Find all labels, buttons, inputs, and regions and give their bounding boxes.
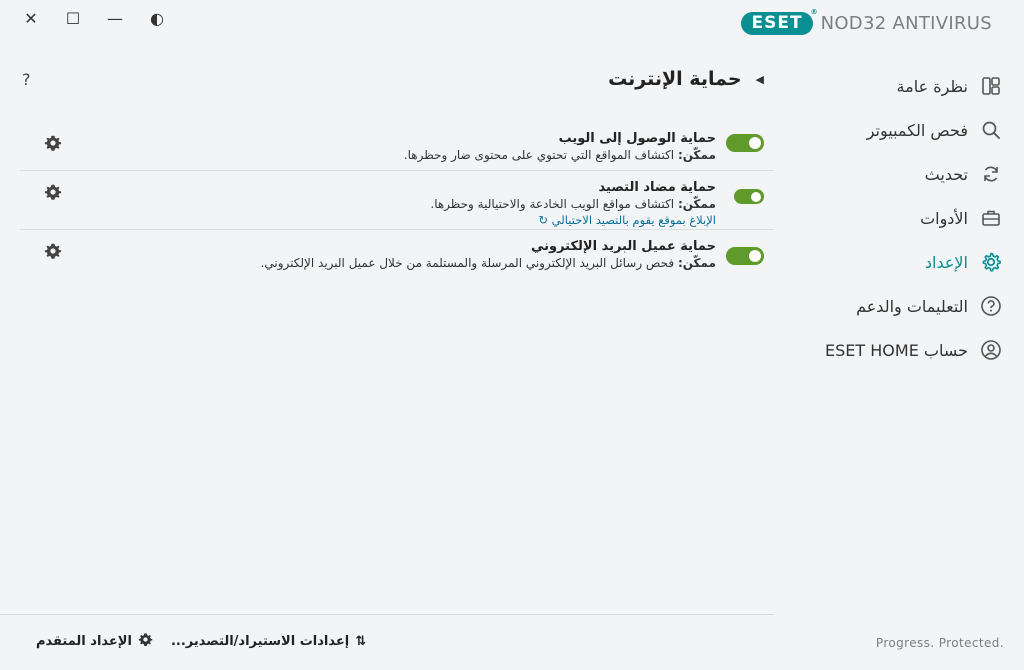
setting-name: حماية مضاد التصيد bbox=[598, 180, 716, 195]
maximize-icon: ☐ bbox=[65, 8, 81, 28]
email-client-toggle[interactable] bbox=[726, 247, 764, 265]
close-icon: ✕ bbox=[24, 8, 38, 28]
web-access-toggle[interactable] bbox=[726, 134, 764, 152]
setting-anti-phishing: حماية مضاد التصيد ممكّن: اكتشاف مواقع ال… bbox=[20, 171, 774, 230]
page-header: ◀ حماية الإنترنت bbox=[608, 68, 764, 90]
setting-description: ممكّن: اكتشاف المواقع التي تحتوي على محت… bbox=[404, 147, 716, 163]
minimize-button[interactable]: — bbox=[94, 6, 136, 30]
sidebar-item-label: الأدوات bbox=[920, 208, 968, 228]
report-phishing-link[interactable]: الإبلاغ بموقع يقوم بالتصيد الاحتيالي ↻ bbox=[430, 212, 716, 228]
toolbox-icon bbox=[980, 207, 1002, 229]
description-text: اكتشاف مواقع الويب الخادعة والاحتيالية و… bbox=[430, 197, 678, 211]
status-label: ممكّن: bbox=[677, 148, 716, 162]
setting-text: حماية مضاد التصيد ممكّن: اكتشاف مواقع ال… bbox=[430, 179, 716, 228]
status-tagline: Progress. Protected. bbox=[875, 636, 1004, 650]
question-icon: ? bbox=[22, 70, 31, 89]
sidebar-item-label: حساب ESET HOME bbox=[825, 340, 968, 360]
import-export-icon: ⇅ bbox=[355, 634, 367, 649]
status-label: ممكّن: bbox=[677, 256, 716, 270]
setting-description: ممكّن: فحص رسائل البريد الإلكتروني المرس… bbox=[261, 255, 716, 271]
search-icon bbox=[980, 119, 1002, 141]
status-label: ممكّن: bbox=[677, 197, 716, 211]
sidebar-item-label: الإعداد bbox=[924, 252, 968, 272]
sidebar-item-overview[interactable]: نظرة عامة bbox=[776, 64, 1024, 108]
setting-text: حماية الوصول إلى الويب ممكّن: اكتشاف الم… bbox=[404, 130, 716, 163]
setting-description: ممكّن: اكتشاف مواقع الويب الخادعة والاحت… bbox=[430, 196, 716, 212]
sidebar: نظرة عامة فحص الكمبيوتر تحديث الأدوات ال… bbox=[776, 64, 1024, 372]
advanced-setup-label: الإعداد المتقدم bbox=[36, 634, 132, 649]
setting-name: حماية عميل البريد الإلكتروني bbox=[530, 239, 716, 254]
gear-icon bbox=[138, 632, 153, 651]
sidebar-item-label: فحص الكمبيوتر bbox=[866, 120, 968, 140]
footer-divider bbox=[0, 614, 774, 615]
help-icon bbox=[980, 295, 1002, 317]
settings-gear-icon[interactable] bbox=[44, 134, 64, 154]
account-icon bbox=[980, 339, 1002, 361]
description-text: اكتشاف المواقع التي تحتوي على محتوى ضار … bbox=[403, 148, 678, 162]
sidebar-item-eset-home[interactable]: حساب ESET HOME bbox=[776, 328, 1024, 372]
overview-icon bbox=[980, 75, 1002, 97]
toggle-knob bbox=[749, 137, 761, 149]
sidebar-item-label: نظرة عامة bbox=[896, 76, 968, 96]
description-text: فحص رسائل البريد الإلكتروني المرسلة والم… bbox=[260, 256, 678, 270]
brand: ESET ® NOD32 ANTIVIRUS bbox=[741, 8, 992, 35]
refresh-icon bbox=[980, 163, 1002, 185]
report-link-label: الإبلاغ بموقع يقوم بالتصيد الاحتيالي bbox=[551, 213, 716, 227]
advanced-setup-button[interactable]: الإعداد المتقدم bbox=[36, 632, 153, 651]
footer-actions: ⇅ إعدادات الاستيراد/التصدير... الإعداد ا… bbox=[36, 632, 366, 651]
product-name: NOD32 ANTIVIRUS bbox=[820, 13, 992, 34]
gear-icon bbox=[980, 251, 1002, 273]
toggle-knob bbox=[751, 191, 761, 202]
sidebar-item-tools[interactable]: الأدوات bbox=[776, 196, 1024, 240]
setting-text: حماية عميل البريد الإلكتروني ممكّن: فحص … bbox=[261, 238, 716, 271]
maximize-button[interactable]: ☐ bbox=[52, 6, 94, 30]
setting-web-access-protection: حماية الوصول إلى الويب ممكّن: اكتشاف الم… bbox=[20, 122, 774, 171]
page-title: حماية الإنترنت bbox=[608, 68, 742, 90]
theme-toggle-button[interactable]: ◐ bbox=[136, 6, 178, 30]
import-export-button[interactable]: ⇅ إعدادات الاستيراد/التصدير... bbox=[171, 634, 366, 649]
sidebar-item-help-support[interactable]: التعليمات والدعم bbox=[776, 284, 1024, 328]
close-button[interactable]: ✕ bbox=[10, 6, 52, 30]
help-button[interactable]: ? bbox=[22, 70, 31, 89]
anti-phishing-toggle[interactable] bbox=[734, 189, 764, 204]
collapse-arrow-icon[interactable]: ◀ bbox=[756, 73, 764, 86]
import-export-label: إعدادات الاستيراد/التصدير... bbox=[170, 634, 350, 649]
sidebar-item-computer-scan[interactable]: فحص الكمبيوتر bbox=[776, 108, 1024, 152]
main-panel: ? ◀ حماية الإنترنت حماية الوصول إلى الوي… bbox=[0, 60, 774, 616]
sidebar-item-update[interactable]: تحديث bbox=[776, 152, 1024, 196]
minimize-icon: — bbox=[107, 8, 123, 28]
setting-email-client-protection: حماية عميل البريد الإلكتروني ممكّن: فحص … bbox=[20, 230, 774, 280]
toggle-knob bbox=[749, 250, 761, 262]
sidebar-item-label: تحديث bbox=[924, 164, 968, 184]
settings-gear-icon[interactable] bbox=[44, 183, 64, 203]
settings-gear-icon[interactable] bbox=[44, 242, 64, 262]
window-controls: ✕ ☐ — ◐ bbox=[10, 6, 178, 30]
external-link-icon: ↻ bbox=[538, 213, 548, 227]
eset-logo: ESET ® bbox=[741, 8, 818, 35]
setting-name: حماية الوصول إلى الويب bbox=[558, 131, 716, 146]
sidebar-item-label: التعليمات والدعم bbox=[856, 296, 968, 316]
sidebar-item-setup[interactable]: الإعداد bbox=[776, 240, 1024, 284]
contrast-icon: ◐ bbox=[150, 8, 164, 28]
